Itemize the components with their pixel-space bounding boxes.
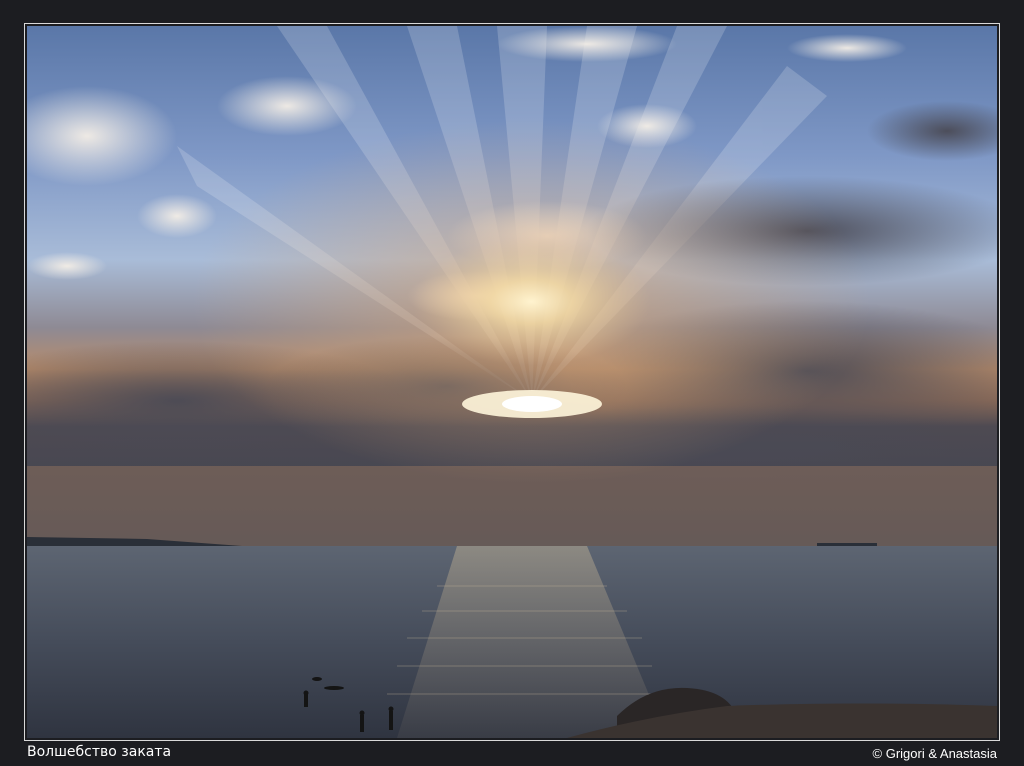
sunset-photo xyxy=(27,26,997,738)
photo-title: Волшебство заката xyxy=(27,744,172,760)
sunset-photo-artwork xyxy=(27,26,997,738)
copyright-text: © Grigori & Anastasia xyxy=(872,746,997,761)
photo-frame: Волшебство заката © Grigori & Anastasia xyxy=(0,0,1024,766)
